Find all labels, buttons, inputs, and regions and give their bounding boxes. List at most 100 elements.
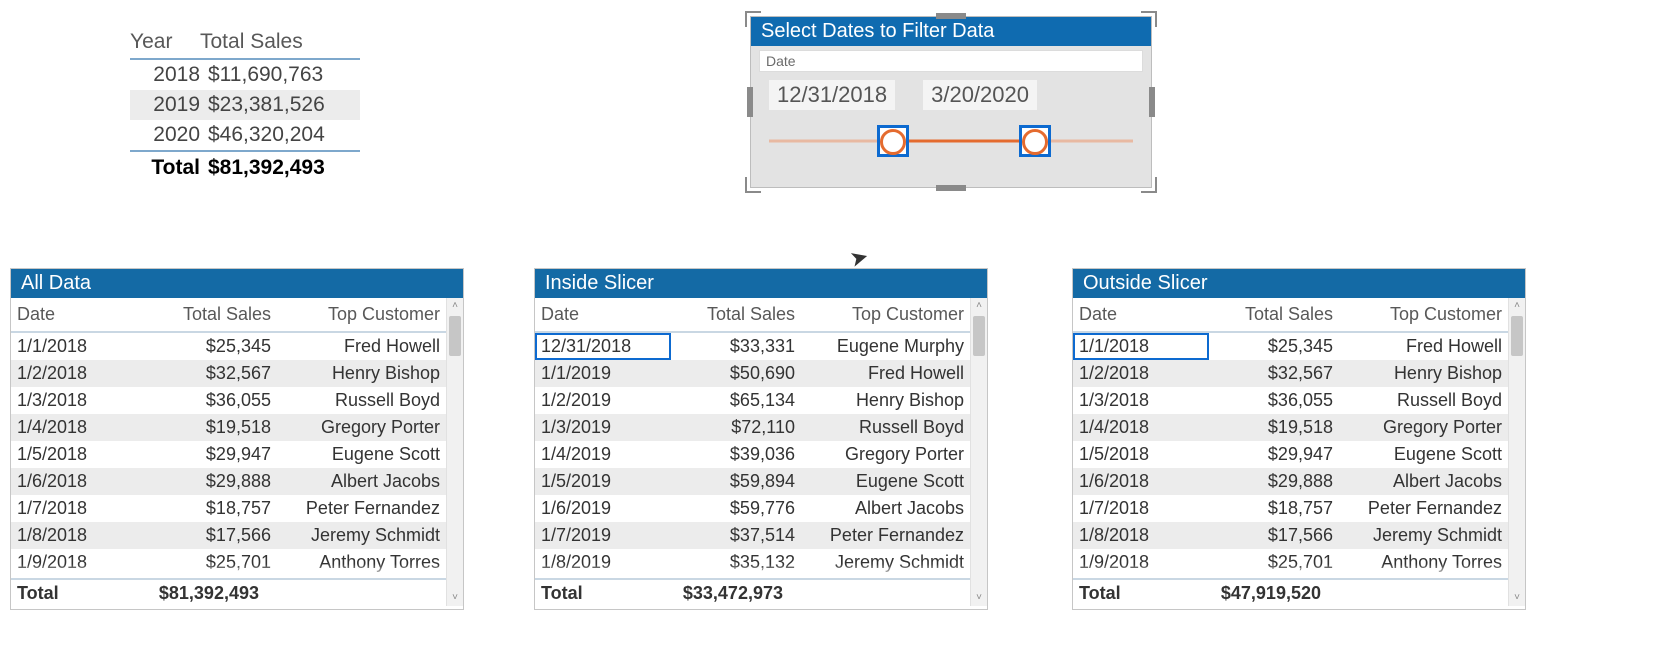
table-row[interactable]: 12/31/2018$33,331Eugene Murphy — [535, 333, 970, 360]
table-row[interactable]: 1/6/2018$29,888Albert Jacobs — [11, 468, 446, 495]
scroll-down-icon[interactable]: ˅ — [971, 590, 987, 606]
cell-sales: $59,776 — [671, 495, 801, 522]
col-sales-header[interactable]: Total Sales — [1209, 298, 1339, 331]
resize-handle-bottom[interactable] — [936, 185, 966, 191]
vertical-scrollbar[interactable]: ˄ ˅ — [446, 298, 463, 606]
cell-sales: $19,518 — [1209, 414, 1339, 441]
table-row[interactable]: 1/5/2019$59,894Eugene Scott — [535, 468, 970, 495]
table-title: Outside Slicer — [1073, 269, 1525, 298]
col-sales-header[interactable]: Total Sales — [671, 298, 801, 331]
total-label: Total — [130, 156, 208, 180]
cell-date: 1/1/2019 — [535, 360, 671, 387]
year-summary-body: 2018 $11,690,763 2019 $23,381,526 2020 $… — [130, 58, 360, 152]
table-row[interactable]: 1/6/2018$29,888Albert Jacobs — [1073, 468, 1508, 495]
table-row[interactable]: 1/2/2018$32,567Henry Bishop — [11, 360, 446, 387]
scroll-up-icon[interactable]: ˄ — [971, 298, 987, 314]
col-date-header[interactable]: Date — [11, 298, 147, 331]
vertical-scrollbar[interactable]: ˄ ˅ — [1508, 298, 1525, 606]
cell-sales: $59,894 — [671, 468, 801, 495]
scroll-thumb[interactable] — [1511, 316, 1523, 356]
cell-date: 12/31/2018 — [535, 333, 671, 360]
cell-sales: $37,514 — [671, 522, 801, 549]
col-customer-header[interactable]: Top Customer — [801, 298, 970, 331]
col-date-header[interactable]: Date — [1073, 298, 1209, 331]
scroll-thumb[interactable] — [449, 316, 461, 356]
resize-handle-bl[interactable] — [745, 177, 761, 193]
col-sales-header[interactable]: Total Sales — [147, 298, 277, 331]
cell-sales: $36,055 — [147, 387, 277, 414]
slicer-to-date[interactable]: 3/20/2020 — [923, 80, 1037, 110]
cell-customer: Henry Bishop — [1339, 360, 1508, 387]
table-row[interactable]: 1/3/2018$36,055Russell Boyd — [1073, 387, 1508, 414]
cell-sales: $17,566 — [147, 522, 277, 549]
table-row[interactable]: 1/2/2018$32,567Henry Bishop — [1073, 360, 1508, 387]
table-row[interactable]: 1/2/2019$65,134Henry Bishop — [535, 387, 970, 414]
resize-handle-left[interactable] — [747, 87, 753, 117]
col-customer-header[interactable]: Top Customer — [277, 298, 446, 331]
table-row[interactable]: 1/9/2018$25,701Anthony Torres — [11, 549, 446, 576]
cell-sales: $29,947 — [1209, 441, 1339, 468]
cell-customer: Russell Boyd — [801, 414, 970, 441]
slicer-from-date[interactable]: 12/31/2018 — [769, 80, 895, 110]
cell-sales: $32,567 — [147, 360, 277, 387]
table-row[interactable]: 1/1/2018$25,345Fred Howell — [11, 333, 446, 360]
cell-sales: $18,757 — [147, 495, 277, 522]
table-row[interactable]: 1/5/2018$29,947Eugene Scott — [11, 441, 446, 468]
table-row[interactable]: 1/8/2018$17,566Jeremy Schmidt — [11, 522, 446, 549]
total-value: $81,392,493 — [141, 583, 259, 604]
table-row[interactable]: 1/1/2019$50,690Fred Howell — [535, 360, 970, 387]
table-row[interactable]: 1/1/2018$25,345Fred Howell — [1073, 333, 1508, 360]
scroll-up-icon[interactable]: ˄ — [447, 298, 463, 314]
resize-handle-top[interactable] — [936, 13, 966, 19]
col-customer-header[interactable]: Top Customer — [1339, 298, 1508, 331]
table-row[interactable]: 1/9/2018$25,701Anthony Torres — [1073, 549, 1508, 576]
date-slicer[interactable]: Select Dates to Filter Data Date 12/31/2… — [750, 16, 1152, 188]
slicer-track[interactable] — [769, 126, 1133, 156]
table-row[interactable]: 1/4/2019$39,036Gregory Porter — [535, 441, 970, 468]
table-row[interactable]: 1/3/2018$36,055Russell Boyd — [11, 387, 446, 414]
cell-customer: Henry Bishop — [801, 387, 970, 414]
slicer-field-label[interactable]: Date — [759, 50, 1143, 72]
table-row[interactable]: 1/8/2018$17,566Jeremy Schmidt — [1073, 522, 1508, 549]
table-row[interactable]: 1/7/2018$18,757Peter Fernandez — [1073, 495, 1508, 522]
cell-customer: Jeremy Schmidt — [1339, 522, 1508, 549]
table-row[interactable]: 1/7/2019$37,514Peter Fernandez — [535, 522, 970, 549]
cell-sales: $25,701 — [147, 549, 277, 576]
resize-handle-right[interactable] — [1149, 87, 1155, 117]
resize-handle-br[interactable] — [1141, 177, 1157, 193]
scroll-up-icon[interactable]: ˄ — [1509, 298, 1525, 314]
table-row[interactable]: 1/6/2019$59,776Albert Jacobs — [535, 495, 970, 522]
cell-customer: Fred Howell — [801, 360, 970, 387]
table-row[interactable]: 2018 $11,690,763 — [130, 60, 360, 90]
cell-customer: Fred Howell — [1339, 333, 1508, 360]
table-row[interactable]: 1/4/2018$19,518Gregory Porter — [11, 414, 446, 441]
scroll-thumb[interactable] — [973, 316, 985, 356]
cell-date: 1/2/2019 — [535, 387, 671, 414]
year-summary-table[interactable]: Year Total Sales 2018 $11,690,763 2019 $… — [130, 30, 360, 184]
cell-sales: $33,331 — [671, 333, 801, 360]
table-row[interactable]: 1/7/2018$18,757Peter Fernandez — [11, 495, 446, 522]
cell-date: 1/1/2018 — [1073, 333, 1209, 360]
col-date-header[interactable]: Date — [535, 298, 671, 331]
table-row[interactable]: 1/5/2018$29,947Eugene Scott — [1073, 441, 1508, 468]
table-row[interactable]: 2020 $46,320,204 — [130, 120, 360, 150]
resize-handle-tr[interactable] — [1141, 11, 1157, 27]
slicer-title: Select Dates to Filter Data — [751, 17, 1151, 46]
table-row[interactable]: 1/4/2018$19,518Gregory Porter — [1073, 414, 1508, 441]
vertical-scrollbar[interactable]: ˄ ˅ — [970, 298, 987, 606]
table-row[interactable]: 1/8/2019$35,132Jeremy Schmidt — [535, 549, 970, 576]
inside-slicer-table[interactable]: Inside Slicer Date Total Sales Top Custo… — [534, 268, 988, 610]
all-data-table[interactable]: All Data Date Total Sales Top Customer 1… — [10, 268, 464, 610]
cell-date: 1/6/2019 — [535, 495, 671, 522]
outside-slicer-table[interactable]: Outside Slicer Date Total Sales Top Cust… — [1072, 268, 1526, 610]
resize-handle-tl[interactable] — [745, 11, 761, 27]
cell-sales: $19,518 — [147, 414, 277, 441]
scroll-down-icon[interactable]: ˅ — [447, 590, 463, 606]
cell-sales: $18,757 — [1209, 495, 1339, 522]
table-row[interactable]: 2019 $23,381,526 — [130, 90, 360, 120]
slicer-handle-start[interactable] — [877, 125, 909, 157]
scroll-down-icon[interactable]: ˅ — [1509, 590, 1525, 606]
cell-sales: $32,567 — [1209, 360, 1339, 387]
table-row[interactable]: 1/3/2019$72,110Russell Boyd — [535, 414, 970, 441]
slicer-handle-end[interactable] — [1019, 125, 1051, 157]
